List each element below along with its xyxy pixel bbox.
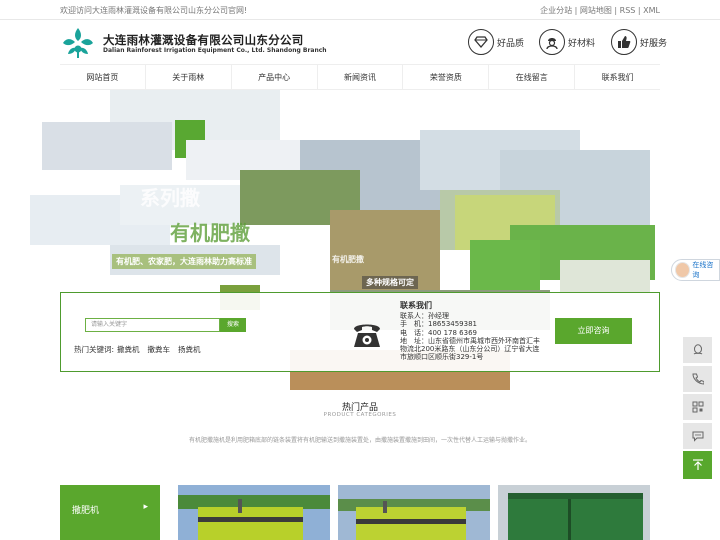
product-image — [338, 485, 490, 540]
contact-phone: 电 话：400 178 6369 — [400, 328, 477, 337]
company-name: 大连雨林灌溉设备有限公司山东分公司 — [103, 33, 304, 47]
separator: | — [572, 6, 580, 15]
welcome-text: 欢迎访问大连雨林灌溉设备有限公司山东分公司官网! — [60, 6, 248, 15]
nav-news[interactable]: 新闻资讯 — [318, 65, 404, 89]
feature-label: 好材料 — [568, 38, 596, 49]
online-consult-float[interactable]: 在线咨询 — [671, 259, 720, 281]
banner-tile — [470, 240, 540, 290]
thumbs-up-icon — [611, 29, 637, 55]
hot-keyword[interactable]: 扬粪机 — [178, 345, 201, 354]
phone-icon[interactable] — [683, 365, 712, 392]
feature-quality: 好品质 — [468, 29, 524, 55]
section-subtitle: PRODUCT CATEGORIES — [323, 412, 397, 418]
banner-text-small: 有机肥撒 — [332, 255, 364, 264]
link-rss[interactable]: RSS — [620, 6, 636, 15]
consult-button[interactable]: 立即咨询 — [555, 318, 632, 344]
qq-icon[interactable] — [683, 337, 712, 363]
telephone-icon — [354, 324, 380, 347]
logo-icon[interactable] — [60, 27, 96, 59]
main-nav: 网站首页 关于雨林 产品中心 新闻资讯 荣誉资质 在线留言 联系我们 — [60, 64, 660, 90]
section-description: 有机肥撒施机是利用肥箱底部的链条装置将有机肥输送到撒施装置处，由撒施装置撒施到田… — [188, 437, 531, 444]
search-input[interactable]: 请输入关键字 — [85, 318, 220, 332]
banner-text-product: 多种规格可定 — [362, 276, 418, 289]
online-consult-label: 在线咨询 — [692, 261, 714, 279]
feature-label: 好服务 — [640, 38, 668, 49]
link-xml[interactable]: XML — [643, 6, 660, 15]
link-sitemap[interactable]: 网站地图 — [580, 6, 612, 15]
contact-info: 联系我们 联系人：孙经理 手 机：18653459381 电 话：400 178… — [400, 301, 540, 362]
hot-keywords: 热门关键词: 撒粪机 撒粪车 扬粪机 — [74, 344, 209, 355]
worker-icon — [539, 29, 565, 55]
agent-avatar — [675, 262, 691, 278]
product-image — [498, 485, 650, 540]
search-contact-box: 请输入关键字 搜索 热门关键词: 撒粪机 撒粪车 扬粪机 联系我们 联系人：孙经理 手… — [60, 292, 660, 372]
contact-address: 地 址：山东省德州市禹城市西外环南首汇丰物流北200米路东（山东分公司）辽宁省大… — [400, 336, 540, 362]
banner-text-series: 系列撒 — [140, 186, 200, 210]
product-card[interactable] — [498, 485, 650, 540]
top-bar: 欢迎访问大连雨林灌溉设备有限公司山东分公司官网! 企业分站 | 网站地图 | R… — [0, 0, 720, 20]
feature-service: 好服务 — [611, 29, 667, 55]
category-button[interactable]: 撒肥机 ▸ — [60, 485, 160, 540]
banner-tile — [42, 122, 172, 170]
link-branch[interactable]: 企业分站 — [540, 6, 572, 15]
product-image — [178, 485, 330, 540]
banner-text-organic: 有机肥撒 — [170, 221, 250, 245]
separator: | — [635, 6, 644, 15]
nav-message[interactable]: 在线留言 — [489, 65, 576, 89]
company-name-en: Dalian Rainforest Irrigation Equipment C… — [103, 47, 327, 54]
hot-keywords-label: 热门关键词: — [74, 345, 115, 354]
nav-contact[interactable]: 联系我们 — [575, 65, 660, 89]
nav-products[interactable]: 产品中心 — [232, 65, 318, 89]
feature-material: 好材料 — [539, 29, 595, 55]
hot-keyword[interactable]: 撒粪机 — [117, 345, 140, 354]
chevron-right-icon: ▸ — [143, 502, 148, 512]
diamond-icon — [468, 29, 494, 55]
top-links: 企业分站 | 网站地图 | RSS | XML — [540, 5, 660, 16]
nav-about[interactable]: 关于雨林 — [146, 65, 232, 89]
category-label: 撒肥机 — [72, 506, 100, 516]
hot-keyword[interactable]: 撒粪车 — [148, 345, 171, 354]
contact-title: 联系我们 — [400, 301, 432, 310]
product-card[interactable] — [338, 485, 490, 540]
search-button[interactable]: 搜索 — [220, 318, 246, 332]
banner-text-slogan: 有机肥、农家肥，大连雨林助力高标准 — [112, 254, 256, 269]
feature-label: 好品质 — [497, 38, 525, 49]
nav-home[interactable]: 网站首页 — [60, 65, 146, 89]
top-icon[interactable] — [683, 451, 712, 479]
header: 大连雨林灌溉设备有限公司山东分公司 Dalian Rainforest Irri… — [0, 20, 720, 64]
nav-honors[interactable]: 荣誉资质 — [403, 65, 490, 89]
separator: | — [611, 6, 620, 15]
product-card[interactable] — [178, 485, 330, 540]
contact-mobile: 手 机：18653459381 — [400, 320, 477, 329]
